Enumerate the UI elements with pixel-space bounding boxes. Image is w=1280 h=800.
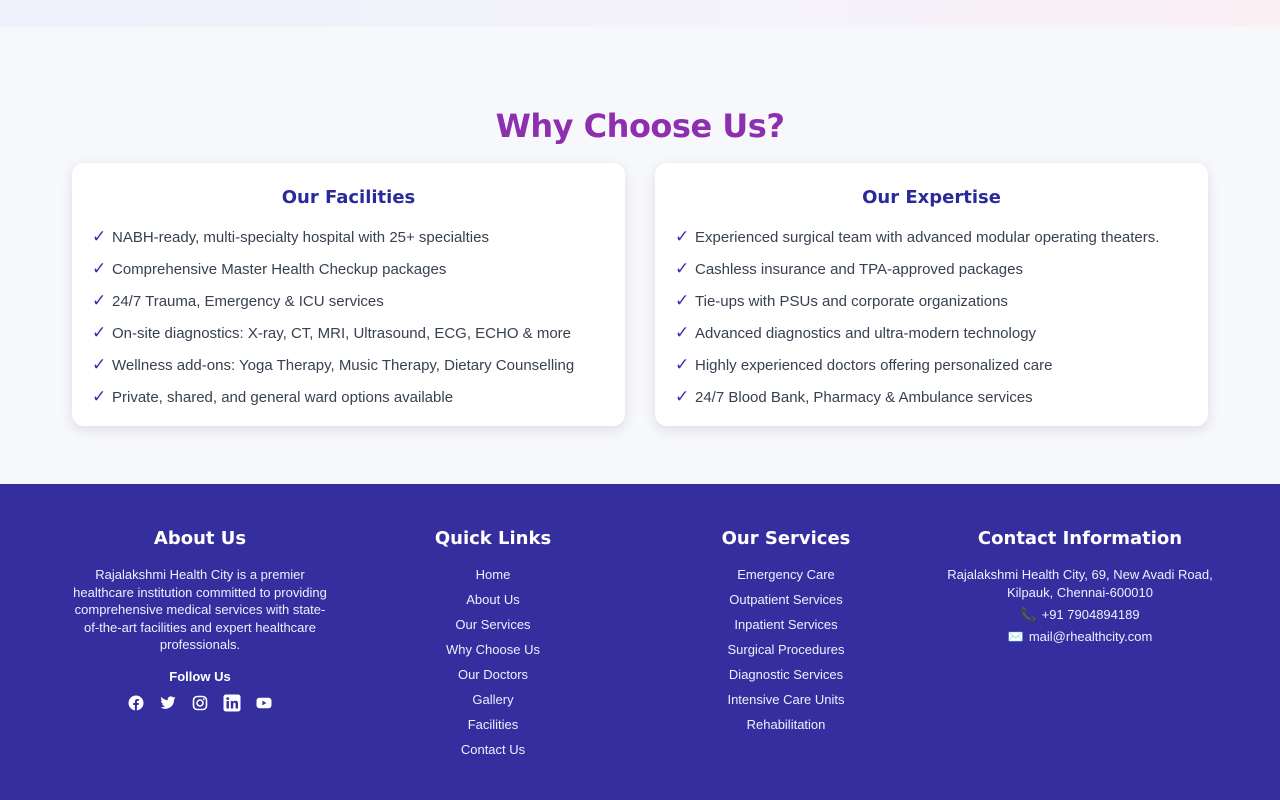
email-address[interactable]: mail@rhealthcity.com — [1029, 628, 1153, 646]
facility-item: ✓ NABH-ready, multi-specialty hospital wi… — [92, 227, 489, 247]
footer-link-our-services[interactable]: Our Services — [393, 616, 593, 641]
top-gradient-strip — [0, 0, 1280, 27]
footer-about: About Us Rajalakshmi Health City is a pr… — [72, 528, 328, 712]
check-icon: ✓ — [92, 227, 107, 247]
check-icon: ✓ — [675, 355, 690, 375]
instagram-icon[interactable] — [191, 694, 209, 712]
expertise-item: ✓ Experienced surgical team with advanced… — [675, 227, 1160, 247]
footer-link-our-doctors[interactable]: Our Doctors — [393, 666, 593, 691]
expertise-item: ✓ Tie-ups with PSUs and corporate organiz… — [675, 291, 1008, 311]
check-icon: ✓ — [675, 387, 690, 407]
facilities-title: Our Facilities — [281, 187, 416, 208]
why-choose-us-section: Why Choose Us? Our Facilities ✓ NABH-read… — [0, 27, 1280, 484]
footer-link-contact-us[interactable]: Contact Us — [393, 741, 593, 766]
footer-contact: Contact Information Rajalakshmi Health C… — [940, 528, 1220, 645]
check-icon: ✓ — [92, 259, 107, 279]
service-link-inpatient[interactable]: Inpatient Services — [686, 616, 886, 641]
section-title: Why Choose Us? — [495, 107, 785, 145]
check-icon: ✓ — [92, 387, 107, 407]
footer-quick-links: Quick Links Home About Us Our Services W… — [393, 528, 593, 766]
footer-link-home[interactable]: Home — [393, 566, 593, 591]
linkedin-icon[interactable] — [223, 694, 241, 712]
facility-item: ✓ Private, shared, and general ward optio… — [92, 387, 454, 407]
facebook-icon[interactable] — [127, 694, 145, 712]
youtube-icon[interactable] — [255, 694, 273, 712]
footer-link-why-choose-us[interactable]: Why Choose Us — [393, 641, 593, 666]
phone-icon: 📞 — [1020, 607, 1037, 623]
check-icon: ✓ — [675, 259, 690, 279]
check-icon: ✓ — [92, 291, 107, 311]
contact-email[interactable]: ✉️ mail@rhealthcity.com — [940, 628, 1220, 646]
facility-item: ✓ Wellness add-ons: Yoga Therapy, Music T… — [92, 355, 575, 375]
expertise-item: ✓ Advanced diagnostics and ultra-modern t… — [675, 323, 1037, 343]
social-links — [72, 694, 328, 712]
footer-link-about-us[interactable]: About Us — [393, 591, 593, 616]
service-link-icu[interactable]: Intensive Care Units — [686, 691, 886, 716]
expertise-item: ✓ Highly experienced doctors offering per… — [675, 355, 1053, 375]
expertise-card: Our Expertise ✓ Experienced surgical team… — [655, 163, 1208, 426]
services-title: Our Services — [721, 528, 851, 549]
contact-address: Rajalakshmi Health City, 69, New Avadi R… — [947, 567, 1213, 600]
footer-services: Our Services Emergency Care Outpatient S… — [686, 528, 886, 741]
contact-phone[interactable]: 📞 +91 7904894189 — [940, 606, 1220, 624]
footer-link-facilities[interactable]: Facilities — [393, 716, 593, 741]
check-icon: ✓ — [675, 323, 690, 343]
service-link-emergency-care[interactable]: Emergency Care — [686, 566, 886, 591]
expertise-title: Our Expertise — [862, 187, 1001, 208]
footer-link-gallery[interactable]: Gallery — [393, 691, 593, 716]
site-footer: About Us Rajalakshmi Health City is a pr… — [0, 484, 1280, 800]
facility-item: ✓ Comprehensive Master Health Checkup pac… — [92, 259, 447, 279]
twitter-icon[interactable] — [159, 694, 177, 712]
email-icon: ✉️ — [1007, 628, 1024, 644]
facilities-card: Our Facilities ✓ NABH-ready, multi-specia… — [72, 163, 625, 426]
service-link-outpatient[interactable]: Outpatient Services — [686, 591, 886, 616]
check-icon: ✓ — [92, 355, 107, 375]
service-link-rehabilitation[interactable]: Rehabilitation — [686, 716, 886, 741]
facility-item: ✓ 24/7 Trauma, Emergency & ICU services — [92, 291, 384, 311]
check-icon: ✓ — [675, 227, 690, 247]
quick-links-title: Quick Links — [434, 528, 552, 549]
check-icon: ✓ — [675, 291, 690, 311]
check-icon: ✓ — [92, 323, 107, 343]
phone-number[interactable]: +91 7904894189 — [1042, 606, 1140, 624]
about-title: About Us — [153, 528, 247, 549]
expertise-item: ✓ Cashless insurance and TPA-approved pac… — [675, 259, 1023, 279]
service-link-diagnostic[interactable]: Diagnostic Services — [686, 666, 886, 691]
facility-item: ✓ On-site diagnostics: X-ray, CT, MRI, Ul… — [92, 323, 572, 343]
service-link-surgical[interactable]: Surgical Procedures — [686, 641, 886, 666]
follow-us-label: Follow Us — [169, 668, 231, 684]
expertise-item: ✓ 24/7 Blood Bank, Pharmacy & Ambulance s… — [675, 387, 1033, 407]
about-text: Rajalakshmi Health City is a premier hea… — [73, 567, 327, 653]
contact-title: Contact Information — [977, 528, 1183, 549]
